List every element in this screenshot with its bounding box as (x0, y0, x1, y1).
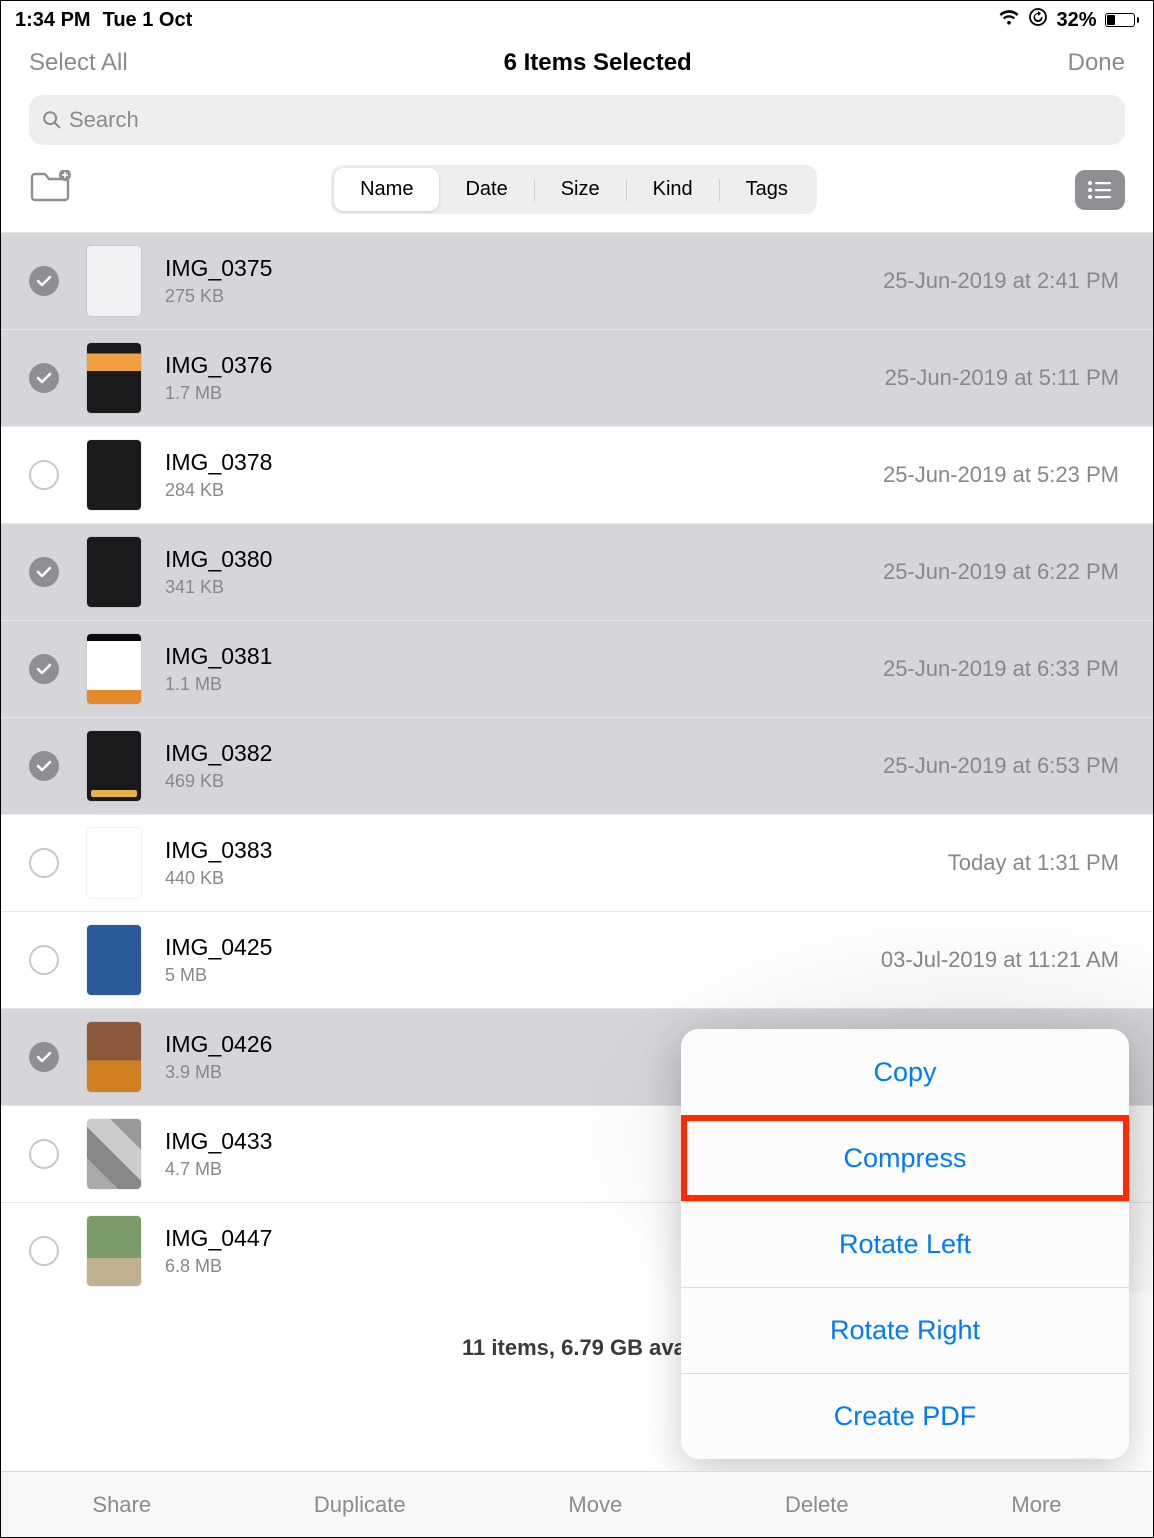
search-icon (41, 109, 63, 131)
status-bar: 1:34 PM Tue 1 Oct 32% (1, 1, 1153, 35)
file-date: 25-Jun-2019 at 5:11 PM (885, 365, 1125, 391)
file-thumbnail (87, 731, 141, 801)
file-size: 275 KB (165, 286, 883, 307)
sort-segmented-control: NameDateSizeKindTags (331, 165, 817, 214)
file-size: 469 KB (165, 771, 883, 792)
popover-create-pdf[interactable]: Create PDF (681, 1373, 1129, 1459)
file-row[interactable]: IMG_0381 1.1 MB25-Jun-2019 at 6:33 PM (1, 620, 1153, 717)
file-size: 1.7 MB (165, 383, 885, 404)
file-date: 03-Jul-2019 at 11:21 AM (881, 947, 1125, 973)
popover-rotate-right[interactable]: Rotate Right (681, 1287, 1129, 1373)
file-date: 25-Jun-2019 at 5:23 PM (883, 462, 1125, 488)
file-name: IMG_0425 (165, 934, 881, 961)
select-all-button[interactable]: Select All (29, 49, 128, 77)
file-thumbnail (87, 1216, 141, 1286)
search-input[interactable]: Search (29, 95, 1125, 145)
file-name: IMG_0376 (165, 352, 885, 379)
file-row[interactable]: IMG_0376 1.7 MB25-Jun-2019 at 5:11 PM (1, 329, 1153, 426)
sort-name[interactable]: Name (334, 168, 439, 211)
file-thumbnail (87, 828, 141, 898)
selection-checkbox[interactable] (29, 557, 59, 587)
status-date: Tue 1 Oct (103, 9, 193, 32)
list-icon (1087, 180, 1113, 200)
file-size: 5 MB (165, 965, 881, 986)
file-name: IMG_0383 (165, 837, 948, 864)
selection-checkbox[interactable] (29, 945, 59, 975)
file-thumbnail (87, 634, 141, 704)
new-folder-button[interactable] (29, 170, 73, 209)
selection-checkbox[interactable] (29, 1139, 59, 1169)
file-row[interactable]: IMG_0378 284 KB25-Jun-2019 at 5:23 PM (1, 426, 1153, 523)
file-thumbnail (87, 343, 141, 413)
popover-rotate-left[interactable]: Rotate Left (681, 1201, 1129, 1287)
selection-checkbox[interactable] (29, 1236, 59, 1266)
file-name: IMG_0378 (165, 449, 883, 476)
more-button[interactable]: More (1011, 1492, 1061, 1518)
file-size: 1.1 MB (165, 674, 883, 695)
selection-checkbox[interactable] (29, 266, 59, 296)
file-size: 284 KB (165, 480, 883, 501)
file-size: 341 KB (165, 577, 883, 598)
view-toggle-button[interactable] (1075, 170, 1125, 210)
file-row[interactable]: IMG_0380 341 KB25-Jun-2019 at 6:22 PM (1, 523, 1153, 620)
page-title: 6 Items Selected (504, 49, 692, 77)
selection-checkbox[interactable] (29, 363, 59, 393)
selection-checkbox[interactable] (29, 654, 59, 684)
selection-checkbox[interactable] (29, 751, 59, 781)
file-thumbnail (87, 537, 141, 607)
file-row[interactable]: IMG_0382 469 KB25-Jun-2019 at 6:53 PM (1, 717, 1153, 814)
file-thumbnail (87, 440, 141, 510)
file-date: 25-Jun-2019 at 6:33 PM (883, 656, 1125, 682)
file-date: 25-Jun-2019 at 6:53 PM (883, 753, 1125, 779)
battery-percent: 32% (1056, 9, 1096, 32)
bottom-toolbar: Share Duplicate Move Delete More (1, 1471, 1153, 1537)
file-name: IMG_0382 (165, 740, 883, 767)
file-thumbnail (87, 246, 141, 316)
popover-copy[interactable]: Copy (681, 1029, 1129, 1115)
file-date: 25-Jun-2019 at 6:22 PM (883, 559, 1125, 585)
file-date: Today at 1:31 PM (948, 850, 1125, 876)
status-time: 1:34 PM (15, 9, 91, 32)
file-row[interactable]: IMG_0383 440 KBToday at 1:31 PM (1, 814, 1153, 911)
wifi-icon (998, 9, 1020, 32)
battery-icon (1105, 13, 1140, 27)
more-actions-popover: CopyCompressRotate LeftRotate RightCreat… (681, 1029, 1129, 1459)
delete-button[interactable]: Delete (785, 1492, 849, 1518)
file-thumbnail (87, 1119, 141, 1189)
sort-size[interactable]: Size (535, 168, 626, 211)
file-size: 440 KB (165, 868, 948, 889)
file-name: IMG_0375 (165, 255, 883, 282)
rotation-lock-icon (1028, 7, 1048, 33)
move-button[interactable]: Move (568, 1492, 622, 1518)
file-thumbnail (87, 925, 141, 995)
file-name: IMG_0380 (165, 546, 883, 573)
done-button[interactable]: Done (1068, 49, 1125, 77)
selection-checkbox[interactable] (29, 1042, 59, 1072)
selection-checkbox[interactable] (29, 460, 59, 490)
sort-kind[interactable]: Kind (627, 168, 719, 211)
nav-header: Select All 6 Items Selected Done (1, 35, 1153, 95)
duplicate-button[interactable]: Duplicate (314, 1492, 406, 1518)
file-date: 25-Jun-2019 at 2:41 PM (883, 268, 1125, 294)
file-thumbnail (87, 1022, 141, 1092)
sort-date[interactable]: Date (439, 168, 533, 211)
sort-tags[interactable]: Tags (720, 168, 814, 211)
search-placeholder: Search (69, 107, 139, 133)
file-row[interactable]: IMG_0425 5 MB03-Jul-2019 at 11:21 AM (1, 911, 1153, 1008)
share-button[interactable]: Share (92, 1492, 151, 1518)
file-name: IMG_0381 (165, 643, 883, 670)
selection-checkbox[interactable] (29, 848, 59, 878)
file-row[interactable]: IMG_0375 275 KB25-Jun-2019 at 2:41 PM (1, 232, 1153, 329)
popover-compress[interactable]: Compress (681, 1115, 1129, 1201)
